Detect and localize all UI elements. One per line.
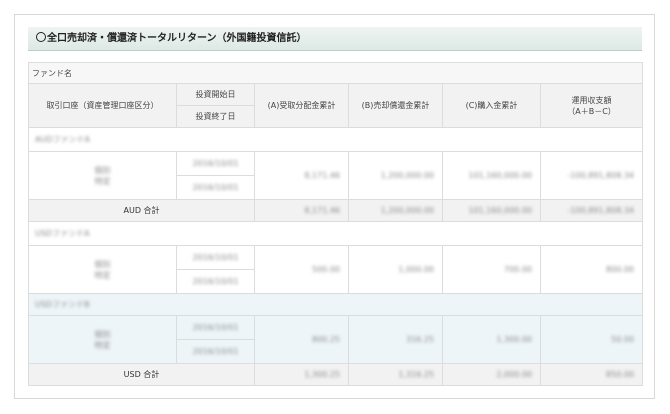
fund-name-header: ファンド名 [27, 62, 644, 84]
section-heading: 全口売却済・償還済トータルリターン（外国籍投資信託） [28, 27, 642, 51]
subtotal-total: -100,891,808.34 [539, 199, 644, 222]
subtotal-c: 101,160,000.00 [442, 199, 541, 222]
subtotal-a: 1,300.25 [254, 363, 349, 386]
col-total-cell: -100,891,808.34 [539, 151, 644, 200]
subtotal-label: USD 合計 [28, 363, 255, 386]
start-date-header: 投資開始日 [176, 83, 255, 106]
col-total-header-line2: （A＋B－C） [567, 106, 616, 116]
total-return-table: ファンド名 取引口座（資産管理口座区分） 投資開始日 (A)受取分配金累計 (B… [27, 62, 644, 386]
account-cell: 個別 特定 [28, 315, 177, 364]
subtotal-c: 2,000.00 [442, 363, 541, 386]
fund-section-label: USDファンドA [27, 221, 644, 246]
fund-section-label: AUDファンドA [27, 127, 644, 152]
circle-icon [36, 32, 46, 42]
account-header: 取引口座（資産管理口座区分） [28, 83, 177, 128]
col-total-header: 運用収支額 （A＋B－C） [539, 83, 644, 128]
col-a-cell: 500.00 [254, 245, 349, 294]
subtotal-b: 1,200,000.00 [348, 199, 443, 222]
start-date-cell: 2016/10/01 [176, 151, 255, 176]
page-title: 全口売却済・償還済トータルリターン（外国籍投資信託） [47, 33, 307, 44]
col-c-cell: 700.00 [442, 245, 541, 294]
col-a-header: (A)受取分配金累計 [254, 83, 349, 128]
start-date-cell: 2016/10/01 [176, 245, 255, 270]
col-a-cell: 8,171.46 [254, 151, 349, 200]
subtotal-total: 850.00 [539, 363, 644, 386]
start-date-cell: 2016/10/01 [176, 315, 255, 340]
col-c-header: (C)購入金累計 [442, 83, 541, 128]
subtotal-b: 1,316.25 [348, 363, 443, 386]
col-total-cell: 800.00 [539, 245, 644, 294]
account-cell: 個別 特定 [28, 151, 177, 200]
col-b-cell: 1,200,000.00 [348, 151, 443, 200]
col-b-header: (B)売却償還金累計 [348, 83, 443, 128]
col-c-cell: 1,300.00 [442, 315, 541, 364]
subtotal-a: 8,171.46 [254, 199, 349, 222]
col-b-cell: 316.25 [348, 315, 443, 364]
subtotal-label: AUD 合計 [28, 199, 255, 222]
fund-section-label: USDファンドB [27, 293, 644, 316]
end-date-cell: 2016/10/01 [176, 175, 255, 200]
col-c-cell: 101,160,000.00 [442, 151, 541, 200]
end-date-header: 投資終了日 [176, 105, 255, 128]
col-a-cell: 800.25 [254, 315, 349, 364]
end-date-cell: 2016/10/01 [176, 339, 255, 364]
end-date-cell: 2016/10/01 [176, 269, 255, 294]
account-cell: 個別 特定 [28, 245, 177, 294]
col-b-cell: 1,000.00 [348, 245, 443, 294]
col-total-header-line1: 運用収支額 [571, 95, 612, 105]
col-total-cell: 50.00 [539, 315, 644, 364]
